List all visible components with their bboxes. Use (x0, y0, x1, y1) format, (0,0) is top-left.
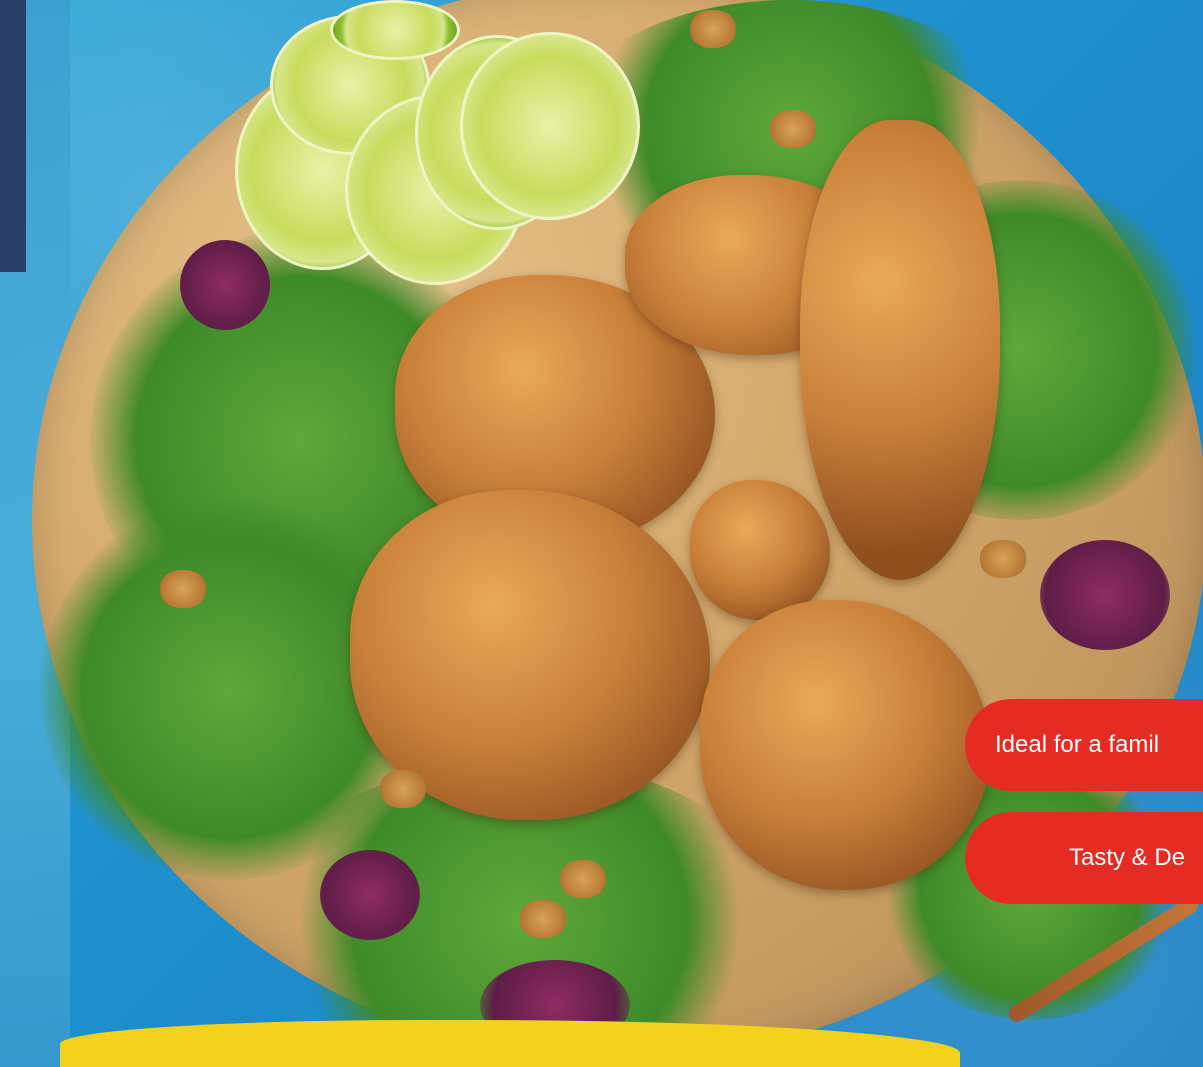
walnut (520, 900, 566, 938)
walnut (690, 10, 736, 48)
chicken-drumstick (800, 120, 1000, 580)
badge-tasty-delicious[interactable]: Tasty & De (965, 812, 1203, 904)
walnut (560, 860, 606, 898)
badge-ideal-for-family[interactable]: Ideal for a famil (965, 699, 1203, 791)
hero-image: Ideal for a famil Tasty & De (0, 0, 1203, 1067)
walnut (160, 570, 206, 608)
radicchio (180, 240, 270, 330)
walnut (980, 540, 1026, 578)
walnut (380, 770, 426, 808)
side-book (0, 0, 26, 272)
lime-slice (460, 32, 640, 220)
lime-slice (330, 0, 460, 60)
radicchio (1040, 540, 1170, 650)
chicken-thigh (690, 480, 830, 620)
radicchio (320, 850, 420, 940)
walnut (770, 110, 816, 148)
yellow-splash (60, 1020, 960, 1067)
